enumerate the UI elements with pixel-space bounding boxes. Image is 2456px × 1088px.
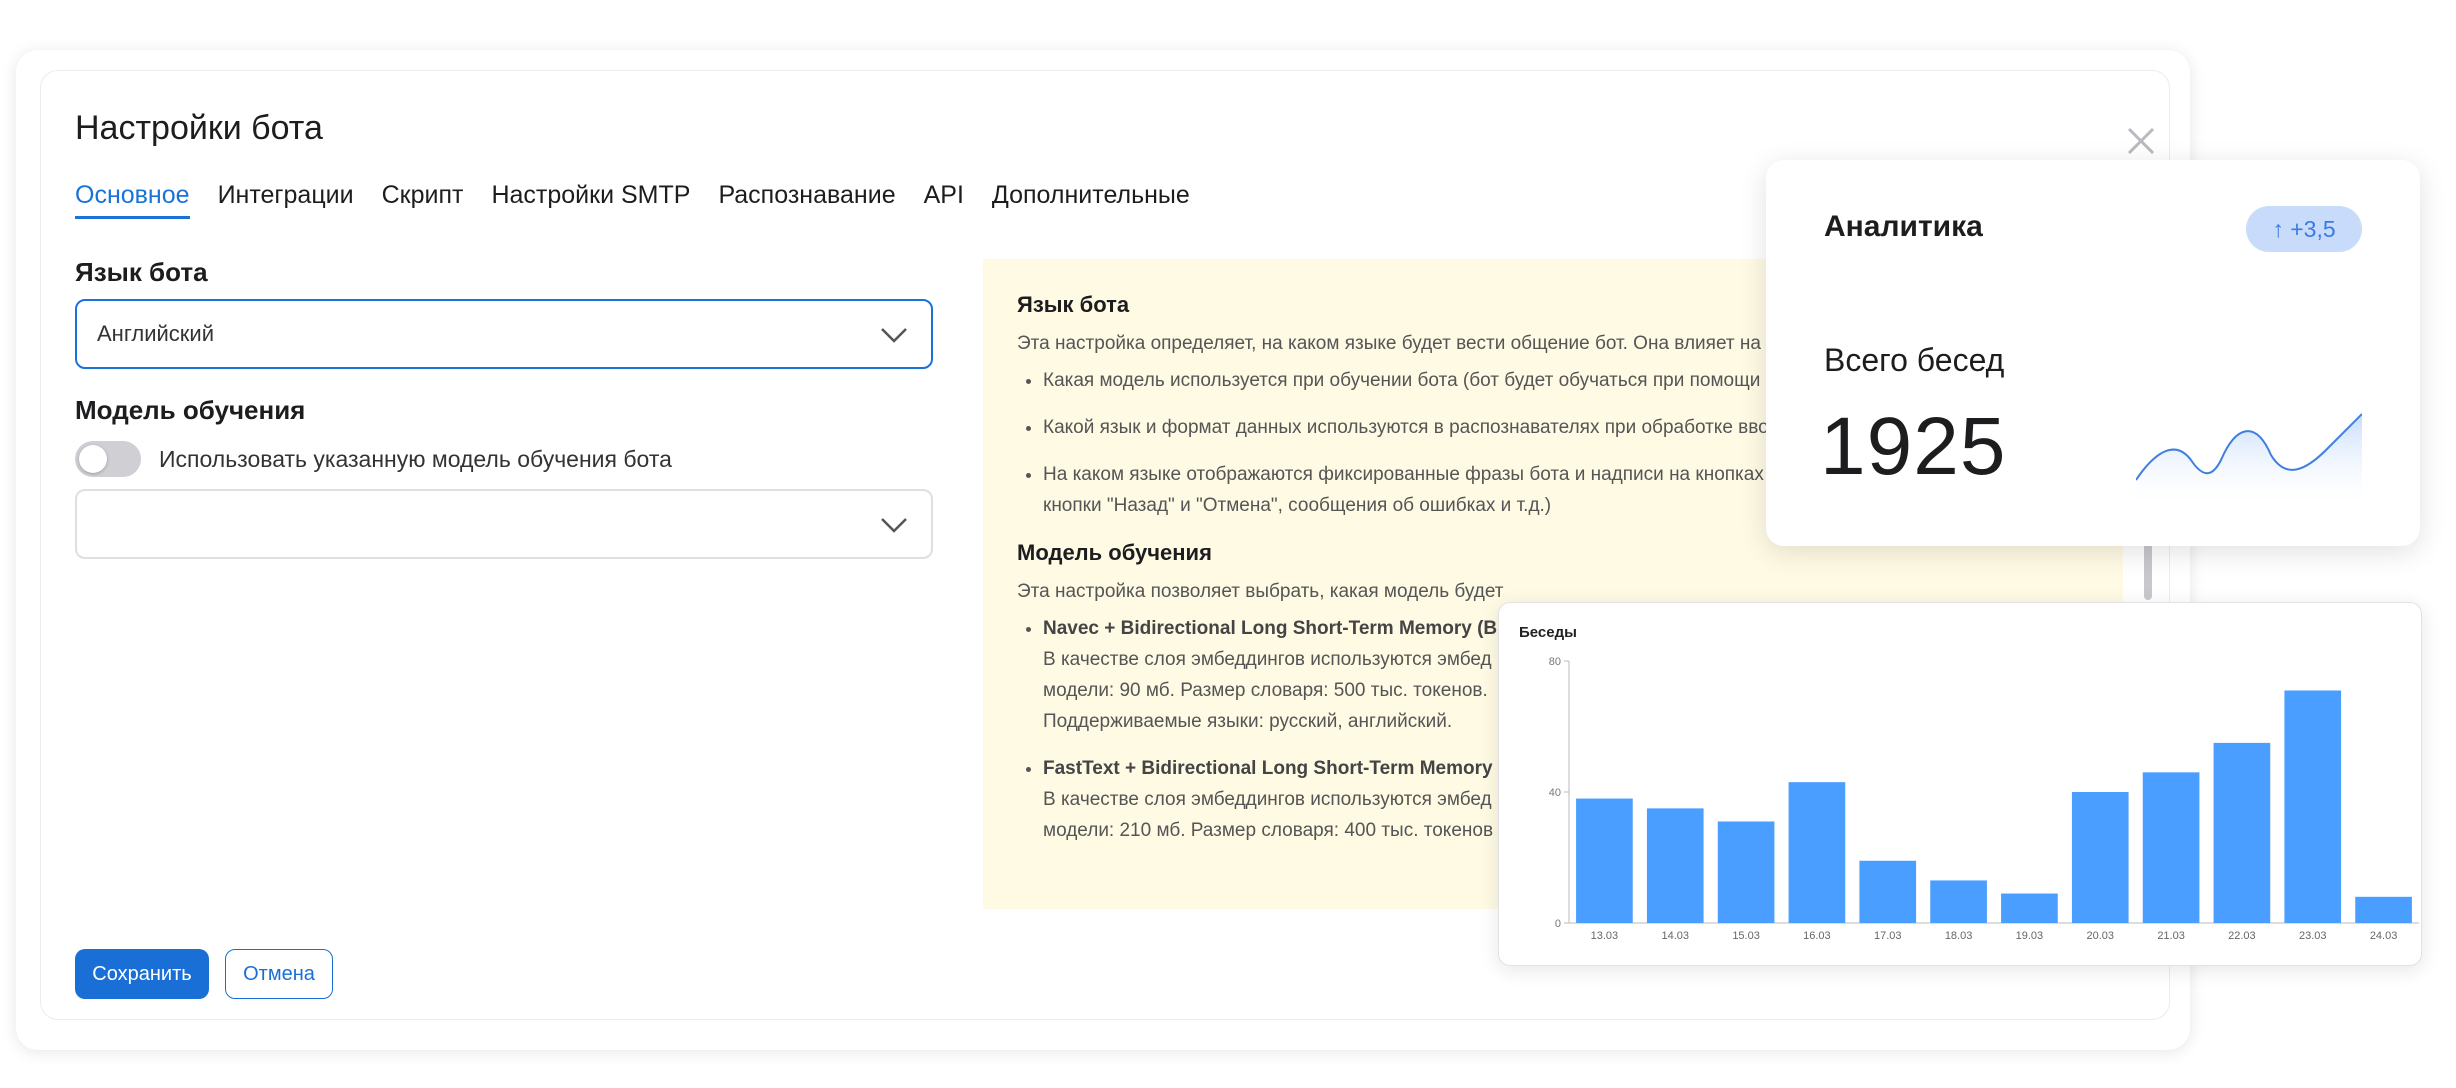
- chevron-down-icon: [881, 518, 907, 533]
- bar: [1717, 821, 1775, 923]
- tab-recognition[interactable]: Распознавание: [718, 181, 895, 219]
- x-tick-label: 14.03: [1661, 930, 1689, 942]
- help-bullet-line: На каком языке отображаются фиксированны…: [1043, 464, 1764, 485]
- bar-chart-svg: Беседы 0 40 80 13.03 14.03 15.03 16.03 17.03 18.…: [1519, 624, 2419, 942]
- tab-script[interactable]: Скрипт: [382, 181, 464, 219]
- bar: [1646, 808, 1704, 923]
- tab-bar: Основное Интеграции Скрипт Настройки SMT…: [75, 181, 1190, 219]
- x-tick-label: 22.03: [2228, 930, 2256, 942]
- x-tick-label: 19.03: [2016, 930, 2044, 942]
- model-desc: В качестве слоя эмбеддингов используются…: [1043, 649, 1492, 670]
- bot-language-label: Язык бота: [75, 257, 208, 287]
- tab-api[interactable]: API: [924, 181, 964, 219]
- x-tick-label: 20.03: [2086, 930, 2114, 942]
- model-toggle-label: Использовать указанную модель обучения б…: [159, 445, 672, 472]
- tab-integrations[interactable]: Интеграции: [218, 181, 354, 219]
- bar: [2284, 690, 2342, 923]
- model-desc: Поддерживаемые языки: русский, английски…: [1043, 711, 1453, 732]
- close-icon[interactable]: [2121, 121, 2161, 161]
- model-toggle[interactable]: [75, 441, 141, 477]
- bar: [1788, 782, 1846, 923]
- model-desc: модели: 210 мб. Размер словаря: 400 тыс.…: [1043, 820, 1494, 841]
- analytics-card: Аналитика ↑ +3,5 Всего бесед 1925: [1766, 160, 2420, 546]
- bar: [2071, 792, 2129, 923]
- save-button[interactable]: Сохранить: [75, 949, 209, 999]
- bot-language-select[interactable]: Английский: [75, 299, 933, 369]
- bar: [1859, 860, 1917, 923]
- help-bullet-line: кнопки "Назад" и "Отмена", сообщения об …: [1043, 495, 1552, 516]
- training-model-select[interactable]: [75, 489, 933, 559]
- x-tick-label: 13.03: [1591, 930, 1619, 942]
- x-tick-label: 16.03: [1803, 930, 1831, 942]
- x-tick-label: 24.03: [2370, 930, 2398, 942]
- tab-additional[interactable]: Дополнительные: [992, 181, 1190, 219]
- tab-main[interactable]: Основное: [75, 181, 190, 219]
- bot-language-value: Английский: [97, 321, 214, 346]
- bar: [2001, 893, 2058, 923]
- bar: [2213, 742, 2271, 923]
- model-desc: модели: 90 мб. Размер словаря: 500 тыс. …: [1043, 680, 1488, 701]
- y-tick-label: 80: [1549, 656, 1561, 668]
- cancel-button[interactable]: Отмена: [225, 949, 333, 999]
- model-desc: В качестве слоя эмбеддингов используются…: [1043, 789, 1492, 810]
- model-toggle-row: Использовать указанную модель обучения б…: [75, 441, 672, 477]
- chevron-down-icon: [881, 328, 907, 343]
- model-name: FastText + Bidirectional Long Short-Term…: [1043, 758, 1493, 779]
- x-tick-label: 17.03: [1874, 930, 1902, 942]
- bar: [1576, 798, 1633, 923]
- toggle-knob: [79, 445, 107, 473]
- bar: [2355, 896, 2412, 923]
- total-conversations-label: Всего бесед: [1824, 342, 2005, 378]
- analytics-title: Аналитика: [1824, 210, 1983, 243]
- x-tick-label: 23.03: [2299, 930, 2327, 942]
- conversations-chart: Беседы 0 40 80 13.03 14.03 15.03 16.03 17.03 18.…: [1498, 602, 2422, 966]
- y-tick-label: 40: [1549, 787, 1561, 799]
- growth-badge: ↑ +3,5: [2246, 206, 2362, 252]
- bar: [1930, 880, 1987, 923]
- sparkline: [2136, 413, 2362, 510]
- training-model-label: Модель обучения: [75, 395, 306, 425]
- tab-smtp[interactable]: Настройки SMTP: [491, 181, 690, 219]
- x-tick-label: 18.03: [1945, 930, 1973, 942]
- y-tick-label: 0: [1555, 918, 1561, 930]
- x-tick-label: 21.03: [2157, 930, 2185, 942]
- model-name: Navec + Bidirectional Long Short-Term Me…: [1043, 618, 1498, 639]
- chart-title: Беседы: [1519, 624, 1577, 641]
- bar: [2142, 772, 2200, 923]
- dialog-title: Настройки бота: [75, 109, 323, 147]
- total-conversations-value: 1925: [1820, 401, 2007, 492]
- x-tick-label: 15.03: [1732, 930, 1760, 942]
